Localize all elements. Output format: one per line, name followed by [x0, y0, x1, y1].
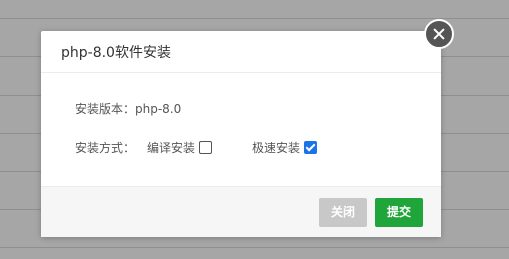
dialog-header: php-8.0软件安装 — [41, 31, 441, 73]
method-row: 安装方式： 编译安装 极速安装 — [75, 139, 318, 156]
compile-install-checkbox[interactable] — [199, 141, 213, 154]
fast-install-checkbox[interactable] — [304, 141, 318, 154]
submit-button[interactable]: 提交 — [375, 198, 423, 227]
compile-install-label: 编译安装 — [147, 141, 196, 155]
close-icon[interactable] — [424, 19, 454, 49]
background-divider — [0, 18, 509, 19]
background-divider — [0, 247, 509, 248]
install-dialog: php-8.0软件安装 安装版本： php-8.0 安装方式： 编译安装 极速安… — [41, 31, 441, 237]
dialog-footer: 关闭 提交 — [41, 186, 441, 237]
version-value: php-8.0 — [135, 101, 182, 116]
fast-install-option[interactable]: 极速安装 — [252, 139, 318, 156]
version-label: 安装版本： — [75, 102, 136, 116]
method-label: 安装方式： — [75, 141, 136, 155]
dialog-body: 安装版本： php-8.0 安装方式： 编译安装 极速安装 — [41, 73, 441, 186]
dialog-title: php-8.0软件安装 — [61, 44, 171, 61]
compile-install-option[interactable]: 编译安装 — [147, 139, 213, 156]
version-row: 安装版本： php-8.0 — [75, 100, 181, 117]
fast-install-label: 极速安装 — [252, 141, 301, 155]
close-button[interactable]: 关闭 — [319, 198, 367, 227]
